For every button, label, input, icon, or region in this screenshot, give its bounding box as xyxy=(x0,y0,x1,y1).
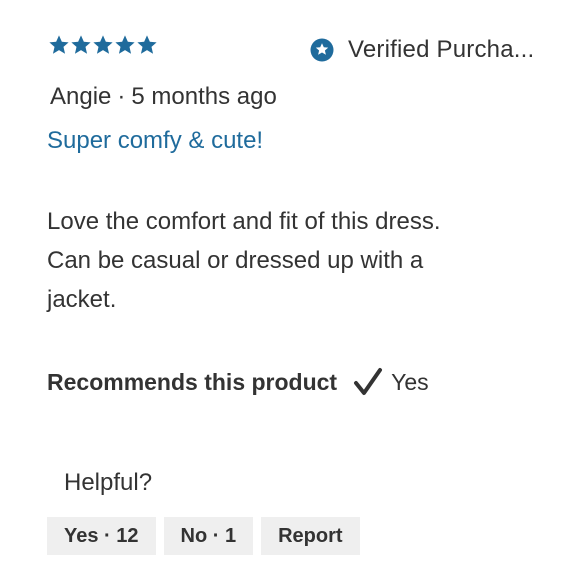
review-body: Love the comfort and fit of this dress. … xyxy=(47,208,441,313)
recommendation: Recommends this product Yes xyxy=(47,367,429,397)
star-icon xyxy=(70,34,92,56)
star-icon xyxy=(136,34,158,56)
star-icon xyxy=(92,34,114,56)
report-button[interactable]: Report xyxy=(261,517,360,555)
review-meta: Angie · 5 months ago xyxy=(50,83,277,111)
star-rating xyxy=(48,34,158,56)
feedback-actions: Yes · 12 No · 1 Report xyxy=(47,517,360,555)
star-badge-icon xyxy=(310,38,334,62)
recommend-label: Recommends this product xyxy=(47,368,338,395)
star-icon xyxy=(48,34,70,56)
review-title: Super comfy & cute! xyxy=(47,127,264,154)
meta-separator: · xyxy=(117,83,126,110)
author-name: Angie xyxy=(50,83,112,110)
verified-label: Verified Purcha... xyxy=(348,36,535,63)
helpful-prompt: Helpful? xyxy=(64,469,153,496)
verified-purchase-badge: Verified Purcha... xyxy=(310,36,534,64)
helpful-yes-button[interactable]: Yes · 12 xyxy=(47,517,156,555)
checkmark-icon xyxy=(354,368,383,395)
review-age: 5 months ago xyxy=(131,83,277,110)
star-icon xyxy=(114,34,136,56)
helpful-no-button[interactable]: No · 1 xyxy=(163,517,254,555)
recommend-value: Yes xyxy=(391,368,429,395)
